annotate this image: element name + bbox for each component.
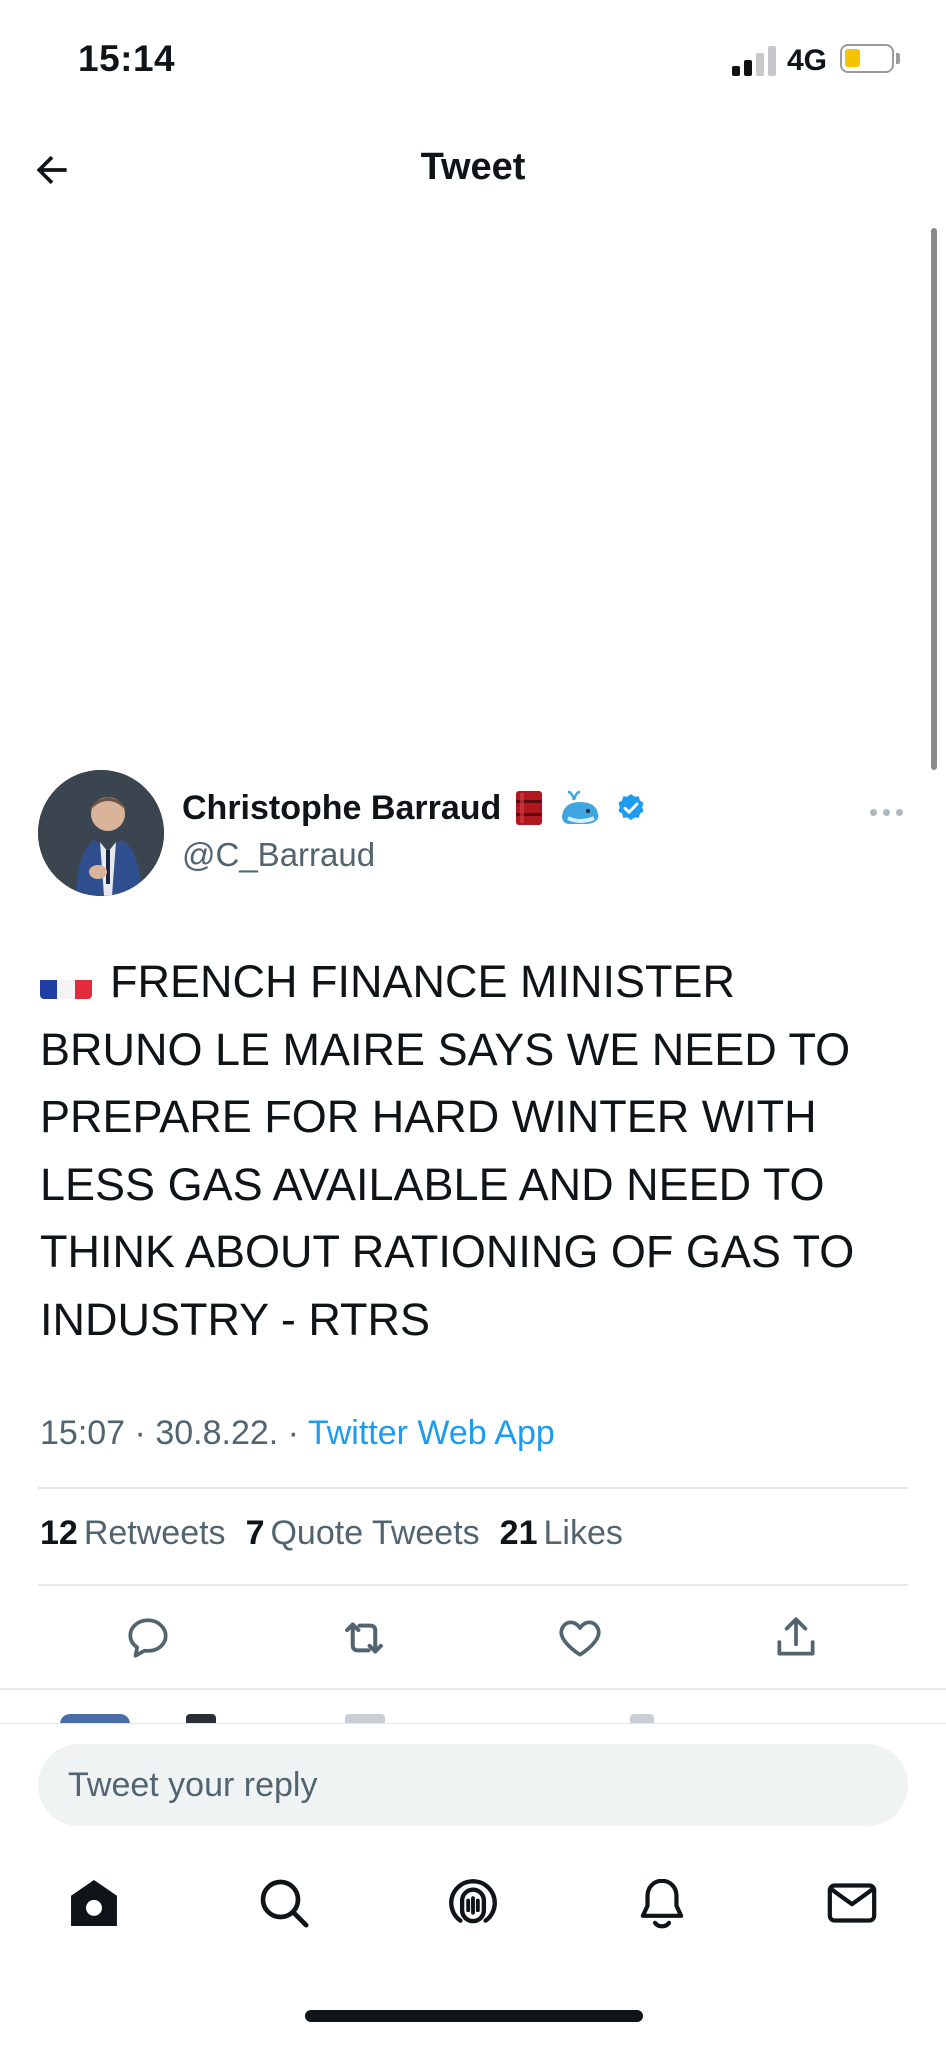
- tweet-stats: 12 Retweets 7 Quote Tweets 21 Likes: [40, 1514, 623, 1553]
- whale-icon: [557, 788, 603, 828]
- signal-icon: [732, 44, 778, 76]
- reply-button[interactable]: [118, 1608, 178, 1668]
- reply-icon: [128, 1618, 168, 1658]
- search-icon: [260, 1879, 309, 1928]
- france-flag-icon: [40, 965, 92, 999]
- tab-spaces[interactable]: [441, 1871, 505, 1935]
- battery-icon: [840, 44, 894, 73]
- scrollbar[interactable]: [931, 228, 937, 770]
- header: Tweet: [0, 120, 946, 220]
- divider: [38, 1584, 908, 1586]
- battery-nub: [896, 53, 900, 64]
- tweet-time: 15:07: [40, 1414, 126, 1452]
- likes-stat[interactable]: 21 Likes: [500, 1514, 623, 1553]
- tab-messages[interactable]: [820, 1871, 884, 1935]
- tweet-text: FRENCH FINANCE MINISTER BRUNO LE MAIRE S…: [40, 948, 900, 1353]
- share-icon: [777, 1617, 815, 1656]
- oil-drum-icon: [511, 788, 547, 828]
- more-dot-icon: [882, 808, 890, 816]
- page-title: Tweet: [420, 146, 526, 188]
- messages-icon: [827, 1883, 877, 1923]
- next-reply-preview[interactable]: [40, 1710, 920, 1724]
- network-label: 4G: [787, 44, 828, 77]
- quote-tweets-stat[interactable]: 7 Quote Tweets: [246, 1514, 480, 1553]
- home-icon: [71, 1880, 117, 1926]
- tab-bar: [0, 1843, 946, 1963]
- status-time: 15:14: [78, 38, 176, 79]
- status-bar: 15:14 4G: [0, 0, 946, 120]
- author-name[interactable]: Christophe Barraud: [182, 789, 501, 828]
- spaces-icon: [449, 1879, 497, 1924]
- reply-input[interactable]: [38, 1744, 908, 1826]
- tweet-body: FRENCH FINANCE MINISTER BRUNO LE MAIRE S…: [40, 956, 855, 1345]
- more-options-button[interactable]: [862, 794, 910, 830]
- share-button[interactable]: [766, 1608, 826, 1668]
- divider: [38, 1487, 908, 1489]
- avatar-photo: [38, 770, 164, 896]
- meta-separator: ·: [287, 1414, 299, 1452]
- tab-search[interactable]: [252, 1871, 316, 1935]
- tweet-date: 30.8.22.: [155, 1414, 279, 1452]
- verified-badge-icon: [613, 788, 649, 828]
- tweet-source-link[interactable]: Twitter Web App: [308, 1414, 555, 1452]
- more-dot-icon: [895, 808, 903, 816]
- reply-bar: [0, 1723, 946, 1843]
- divider: [0, 1688, 946, 1690]
- like-button[interactable]: [550, 1608, 610, 1668]
- tab-home[interactable]: [62, 1871, 126, 1935]
- retweets-stat[interactable]: 12 Retweets: [40, 1514, 226, 1553]
- avatar[interactable]: [38, 770, 164, 896]
- retweet-icon: [345, 1622, 383, 1654]
- tweet-actions: [0, 1608, 946, 1668]
- notifications-icon: [640, 1878, 684, 1929]
- author-name-row: Christophe Barraud: [182, 788, 649, 828]
- more-dot-icon: [869, 808, 877, 816]
- author-handle[interactable]: @C_Barraud: [182, 836, 375, 874]
- meta-separator: ·: [134, 1414, 146, 1452]
- tweet-meta: 15:07 · 30.8.22. · Twitter Web App: [40, 1414, 555, 1453]
- like-icon: [559, 1620, 601, 1657]
- retweet-button[interactable]: [334, 1608, 394, 1668]
- home-indicator[interactable]: [305, 2010, 643, 2022]
- tab-notifications[interactable]: [630, 1871, 694, 1935]
